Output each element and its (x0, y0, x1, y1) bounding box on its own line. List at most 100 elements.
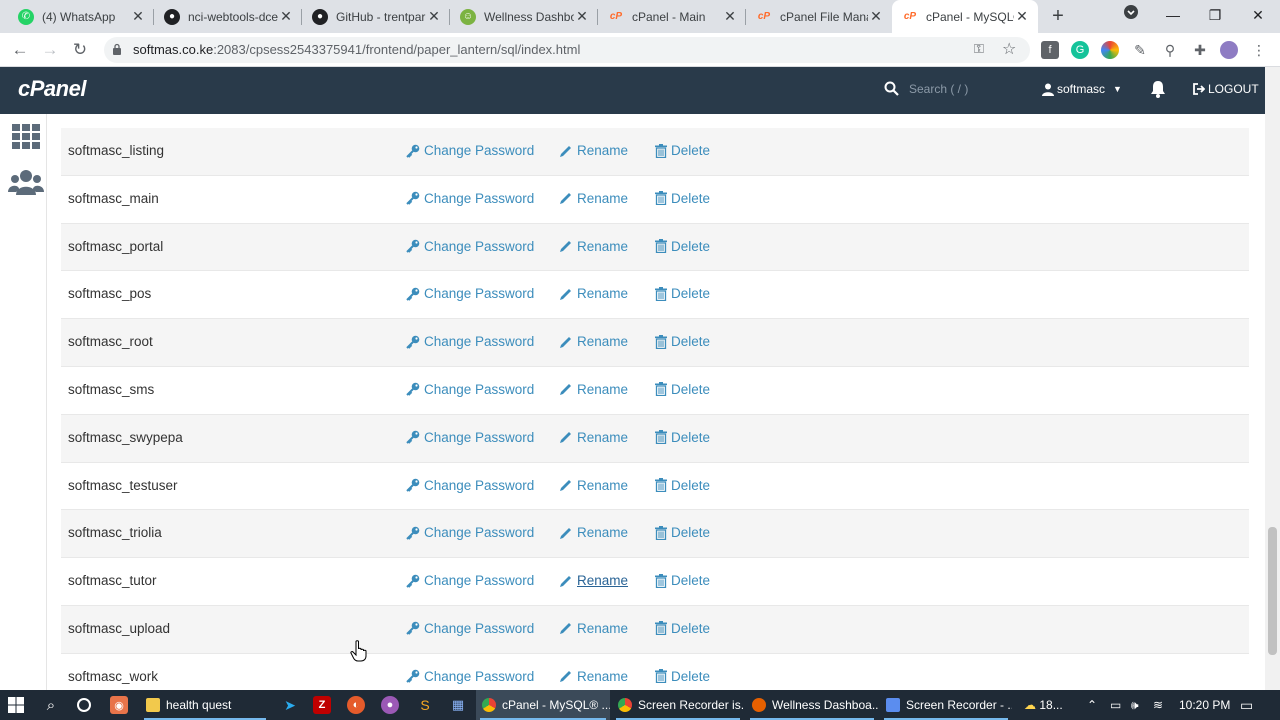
rename-link[interactable]: Rename (559, 621, 628, 636)
notifications-icon[interactable]: ▭ (1240, 690, 1253, 720)
app-icon[interactable]: ▦ (448, 695, 468, 715)
rename-link[interactable]: Rename (559, 286, 628, 301)
search-icon[interactable]: ⌕ (41, 695, 61, 715)
taskbar-app[interactable]: health quest (140, 690, 270, 720)
rename-link[interactable]: Rename (559, 239, 628, 254)
color-picker-icon[interactable] (1101, 41, 1119, 59)
minimize-button[interactable]: — (1153, 0, 1193, 30)
extensions-puzzle-icon[interactable]: ✚ (1191, 41, 1209, 59)
close-icon[interactable]: ✕ (722, 8, 738, 25)
rename-link[interactable]: Rename (559, 191, 628, 206)
close-icon[interactable]: ✕ (574, 8, 590, 25)
tab-search-icon[interactable] (1111, 0, 1151, 30)
clock[interactable]: 10:20 PM (1179, 690, 1230, 720)
app-icon[interactable]: ◉ (110, 696, 128, 714)
browser-tab[interactable]: ☺ Wellness Dashbo ✕ (450, 0, 598, 33)
back-button[interactable]: ← (8, 38, 32, 62)
volume-icon[interactable]: 🕪 (1131, 690, 1139, 720)
restore-button[interactable]: ❐ (1195, 0, 1235, 30)
browser-menu-icon[interactable]: ⋮ (1250, 41, 1268, 59)
bookmark-star-icon[interactable]: ☆ (1002, 39, 1016, 59)
rename-link[interactable]: Rename (559, 334, 628, 349)
change-password-link[interactable]: Change Password (406, 143, 534, 158)
taskbar-app-active[interactable]: cPanel - MySQL® ... (476, 690, 610, 720)
rename-link[interactable]: Rename (559, 669, 628, 684)
battery-icon[interactable]: ▭ (1110, 690, 1121, 720)
user-menu[interactable]: softmasc ▼ (1042, 82, 1122, 96)
close-icon[interactable]: ✕ (868, 8, 884, 25)
rename-link[interactable]: Rename (559, 525, 628, 540)
cortana-icon[interactable] (74, 695, 94, 715)
close-icon[interactable]: ✕ (426, 8, 442, 25)
change-password-link[interactable]: Change Password (406, 334, 534, 349)
delete-link[interactable]: Delete (655, 286, 710, 301)
sublime-icon[interactable]: S (415, 695, 435, 715)
key-icon[interactable]: ⚿ (974, 41, 984, 57)
rename-link[interactable]: Rename (559, 430, 628, 445)
app-icon[interactable]: ● (381, 696, 399, 714)
close-window-button[interactable]: ✕ (1238, 0, 1278, 30)
rename-link[interactable]: Rename (559, 382, 628, 397)
tray-chevron-icon[interactable]: ⌃ (1087, 690, 1097, 720)
browser-tab[interactable]: ● GitHub - trentpar ✕ (302, 0, 450, 33)
forward-button[interactable]: → (38, 38, 62, 62)
delete-link[interactable]: Delete (655, 669, 710, 684)
change-password-link[interactable]: Change Password (406, 239, 534, 254)
change-password-link[interactable]: Change Password (406, 621, 534, 636)
delete-link[interactable]: Delete (655, 525, 710, 540)
cpanel-logo[interactable]: cPanel (18, 76, 86, 102)
delete-link[interactable]: Delete (655, 621, 710, 636)
user-manager-icon[interactable] (8, 168, 44, 196)
reload-button[interactable]: ↻ (68, 38, 92, 62)
browser-tab[interactable]: cP cPanel File Manag ✕ (746, 0, 892, 33)
delete-link[interactable]: Delete (655, 191, 710, 206)
wifi-icon[interactable]: ≋ (1153, 690, 1163, 720)
browser-tab[interactable]: cP cPanel - Main ✕ (598, 0, 746, 33)
delete-link[interactable]: Delete (655, 478, 710, 493)
browser-tab[interactable]: ● nci-webtools-dce ✕ (154, 0, 302, 33)
app-icon[interactable]: ◐ (347, 696, 365, 714)
delete-link[interactable]: Delete (655, 573, 710, 588)
weather-widget[interactable]: ☁ 18... (1024, 690, 1063, 720)
location-pin-icon[interactable]: ⚲ (1161, 41, 1179, 59)
change-password-link[interactable]: Change Password (406, 525, 534, 540)
taskbar-app[interactable]: Screen Recorder - ... (880, 690, 1012, 720)
close-icon[interactable]: ✕ (1014, 8, 1030, 25)
grammarly-icon[interactable]: G (1071, 41, 1089, 59)
close-icon[interactable]: ✕ (130, 8, 146, 25)
filezilla-icon[interactable]: Z (313, 696, 331, 714)
delete-link[interactable]: Delete (655, 334, 710, 349)
browser-tab-active[interactable]: cP cPanel - MySQL® ✕ (892, 0, 1038, 33)
logout-button[interactable]: LOGOUT (1192, 82, 1259, 96)
home-grid-icon[interactable] (12, 124, 40, 150)
rename-link[interactable]: Rename (559, 143, 628, 158)
extension-f-icon[interactable]: f (1041, 41, 1059, 59)
windows-start-icon[interactable] (6, 695, 26, 715)
cpanel-search[interactable]: Search ( / ) (884, 81, 968, 96)
delete-link[interactable]: Delete (655, 430, 710, 445)
address-bar[interactable]: softmas.co.ke:2083/cpsess2543375941/fron… (104, 37, 1030, 63)
close-icon[interactable]: ✕ (278, 8, 294, 25)
eyedropper-icon[interactable]: ✎ (1131, 41, 1149, 59)
rename-link[interactable]: Rename (559, 573, 628, 588)
change-password-link[interactable]: Change Password (406, 573, 534, 588)
change-password-link[interactable]: Change Password (406, 191, 534, 206)
profile-avatar[interactable] (1220, 41, 1238, 59)
delete-link[interactable]: Delete (655, 143, 710, 158)
page-scrollbar[interactable] (1265, 67, 1280, 690)
taskbar-app[interactable]: Screen Recorder is... (612, 690, 744, 720)
notification-bell-icon[interactable] (1150, 80, 1166, 98)
change-password-link[interactable]: Change Password (406, 286, 534, 301)
taskbar-app[interactable]: Wellness Dashboa... (746, 690, 878, 720)
delete-link[interactable]: Delete (655, 382, 710, 397)
change-password-link[interactable]: Change Password (406, 382, 534, 397)
telegram-icon[interactable]: ➤ (280, 695, 300, 715)
change-password-link[interactable]: Change Password (406, 478, 534, 493)
delete-link[interactable]: Delete (655, 239, 710, 254)
browser-tab[interactable]: ✆ (4) WhatsApp ✕ (8, 0, 154, 33)
change-password-link[interactable]: Change Password (406, 430, 534, 445)
scrollbar-thumb[interactable] (1268, 527, 1277, 655)
rename-link[interactable]: Rename (559, 478, 628, 493)
change-password-link[interactable]: Change Password (406, 669, 534, 684)
new-tab-button[interactable]: + (1046, 4, 1070, 28)
